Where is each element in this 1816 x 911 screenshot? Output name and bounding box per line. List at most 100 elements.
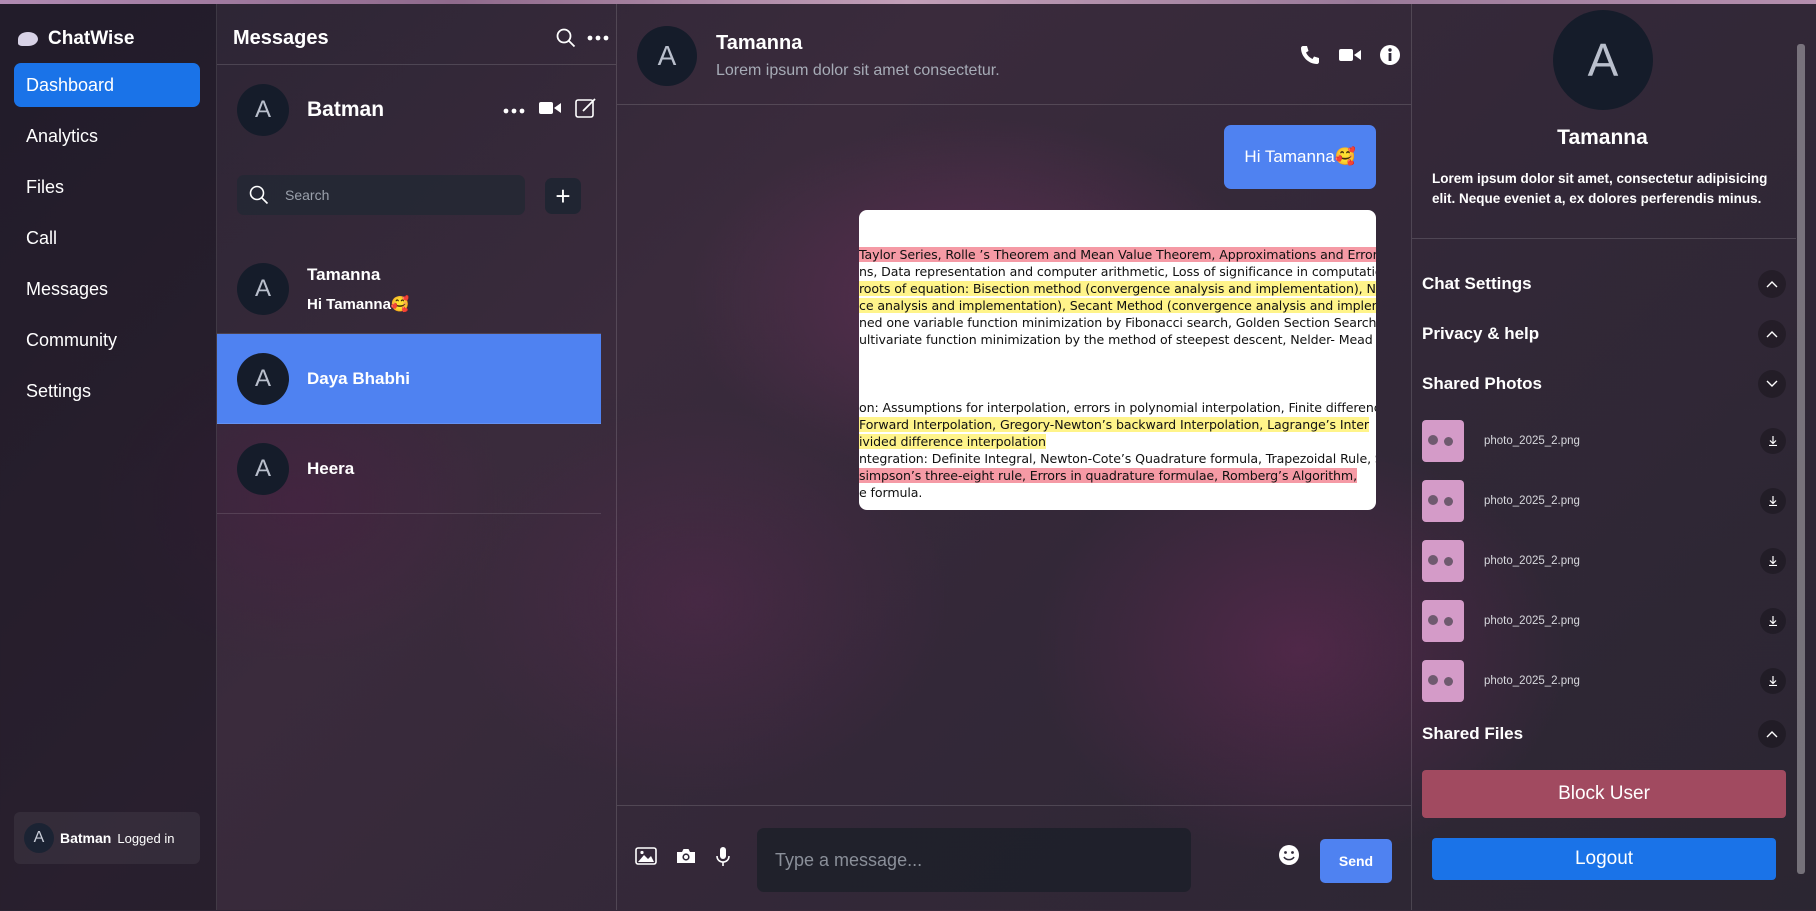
nav-item-analytics[interactable]: Analytics	[14, 114, 200, 158]
profile-name: Tamanna	[1557, 126, 1648, 149]
avatar: A	[637, 26, 697, 86]
download-icon[interactable]	[1760, 668, 1786, 694]
contact-tamanna[interactable]: A Tamanna Hi Tamanna🥰	[217, 244, 601, 334]
logout-button[interactable]: Logout	[1432, 838, 1776, 880]
profile-panel: A Tamanna Lorem ipsum dolor sit amet, co…	[1412, 4, 1816, 910]
contact-name: Daya Bhabhi	[307, 368, 410, 388]
contact-daya-bhabhi[interactable]: A Daya Bhabhi	[217, 334, 601, 424]
nav-item-call[interactable]: Call	[14, 216, 200, 260]
nav-item-messages[interactable]: Messages	[14, 267, 200, 311]
more-icon[interactable]	[584, 24, 612, 52]
contact-text: Tamanna Hi Tamanna🥰	[307, 265, 410, 313]
camera-icon[interactable]	[675, 847, 697, 870]
sent-image-attachment[interactable]: Taylor Series, Rolle ’s Theorem and Mean…	[859, 210, 1376, 510]
divider	[217, 64, 616, 65]
doc-text-line: Taylor Series, Rolle ’s Theorem and Mean…	[859, 247, 1376, 262]
shared-photo-item[interactable]: photo_2025_2.png	[1422, 659, 1786, 703]
chat-header: A Tamanna Lorem ipsum dolor sit amet con…	[617, 4, 1411, 105]
download-icon[interactable]	[1760, 488, 1786, 514]
brand[interactable]: ChatWise	[18, 26, 134, 52]
photo-thumbnail	[1422, 660, 1464, 702]
nav-user-name: Batman	[60, 830, 112, 846]
chat-contact-name: Tamanna	[716, 32, 803, 54]
chat-bubble-icon	[18, 32, 38, 46]
avatar: A	[24, 823, 54, 853]
contact-heera[interactable]: A Heera	[217, 424, 601, 514]
doc-text-line: on: Assumptions for interpolation, error…	[859, 400, 1376, 415]
block-user-button[interactable]: Block User	[1422, 770, 1786, 818]
shared-photo-item[interactable]: photo_2025_2.png	[1422, 599, 1786, 643]
search-input[interactable]	[283, 186, 507, 204]
shared-photo-item[interactable]: photo_2025_2.png	[1422, 419, 1786, 463]
send-button[interactable]: Send	[1320, 839, 1392, 883]
photo-filename: photo_2025_2.png	[1484, 555, 1580, 567]
phone-icon[interactable]	[1299, 44, 1321, 71]
sent-message-bubble[interactable]: Hi Tamanna🥰	[1224, 125, 1376, 189]
sidebar-nav: ChatWise Dashboard Analytics Files Call …	[0, 4, 217, 910]
doc-text-line: roots of equation: Bisection method (con…	[859, 281, 1376, 296]
message-composer: Send	[617, 805, 1411, 911]
download-icon[interactable]	[1760, 608, 1786, 634]
contact-name: Tamanna	[307, 264, 381, 284]
chevron-down-icon	[1758, 370, 1786, 398]
doc-text-line: ce analysis and implementation), Secant …	[859, 298, 1376, 313]
doc-text-line: ns, Data representation and computer ari…	[859, 264, 1376, 279]
messages-title: Messages	[233, 26, 329, 49]
search-icon[interactable]	[552, 24, 580, 52]
section-label: Shared Files	[1422, 724, 1524, 743]
doc-text-line: Forward Interpolation, Gregory-Newton’s …	[859, 417, 1369, 432]
shared-photo-item[interactable]: photo_2025_2.png	[1422, 539, 1786, 583]
section-privacy-help[interactable]: Privacy & help	[1422, 319, 1786, 349]
photo-filename: photo_2025_2.png	[1484, 615, 1580, 627]
download-icon[interactable]	[1760, 548, 1786, 574]
photo-filename: photo_2025_2.png	[1484, 675, 1580, 687]
message-input[interactable]	[757, 828, 1191, 892]
add-chat-button[interactable]: +	[545, 178, 581, 214]
highlight: Taylor Series, Rolle ’s Theorem and Mean…	[859, 247, 1376, 262]
nav-user-card[interactable]: A Batman Logged in	[14, 812, 200, 864]
current-user-actions	[503, 97, 597, 124]
video-icon[interactable]	[539, 101, 561, 120]
nav-item-dashboard[interactable]: Dashboard	[14, 63, 200, 107]
doc-text-line: ultivariate function minimization by the…	[859, 332, 1376, 347]
more-icon[interactable]	[503, 101, 525, 119]
mic-icon[interactable]	[715, 847, 731, 872]
chat-actions	[1299, 44, 1401, 71]
contact-name: Heera	[307, 458, 355, 478]
info-icon[interactable]	[1379, 44, 1401, 71]
photo-thumbnail	[1422, 540, 1464, 582]
chevron-up-icon	[1758, 270, 1786, 298]
chevron-up-icon	[1758, 320, 1786, 348]
avatar: A	[1553, 10, 1653, 110]
current-user-row: A Batman	[237, 84, 597, 136]
download-icon[interactable]	[1760, 428, 1786, 454]
section-shared-files[interactable]: Shared Files	[1422, 719, 1786, 749]
edit-icon[interactable]	[575, 97, 597, 124]
emoji-icon[interactable]	[1278, 844, 1300, 871]
shared-photo-item[interactable]: photo_2025_2.png	[1422, 479, 1786, 523]
divider	[1412, 238, 1796, 239]
nav-item-settings[interactable]: Settings	[14, 369, 200, 413]
avatar: A	[237, 262, 289, 315]
contact-last-message: Hi Tamanna🥰	[307, 295, 410, 313]
video-icon[interactable]	[1339, 48, 1361, 67]
app-name: ChatWise	[48, 28, 135, 49]
photo-thumbnail	[1422, 600, 1464, 642]
avatar: A	[237, 352, 289, 405]
doc-text-line: e formula.	[859, 485, 923, 500]
scrollbar[interactable]	[1797, 44, 1805, 874]
doc-text-line: ned one variable function minimization b…	[859, 315, 1376, 330]
messages-header: Messages	[233, 22, 616, 54]
nav-user-status: Logged in	[117, 830, 175, 846]
avatar: A	[237, 84, 289, 136]
image-icon[interactable]	[635, 847, 657, 870]
profile-bio: Lorem ipsum dolor sit amet, consectetur …	[1432, 171, 1768, 206]
nav-item-community[interactable]: Community	[14, 318, 200, 362]
doc-text-line: ntegration: Definite Integral, Newton-Co…	[859, 451, 1376, 466]
search-box	[237, 175, 525, 215]
section-chat-settings[interactable]: Chat Settings	[1422, 269, 1786, 299]
section-shared-photos[interactable]: Shared Photos	[1422, 369, 1786, 399]
nav-item-files[interactable]: Files	[14, 165, 200, 209]
photo-thumbnail	[1422, 420, 1464, 462]
chat-panel: A Tamanna Lorem ipsum dolor sit amet con…	[617, 4, 1412, 910]
